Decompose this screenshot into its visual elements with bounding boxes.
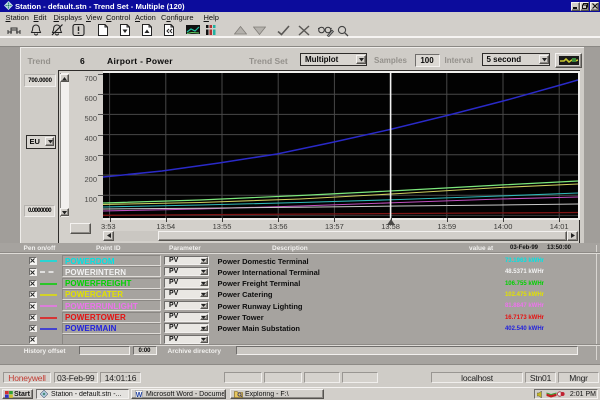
svg-text:W: W <box>136 392 143 398</box>
